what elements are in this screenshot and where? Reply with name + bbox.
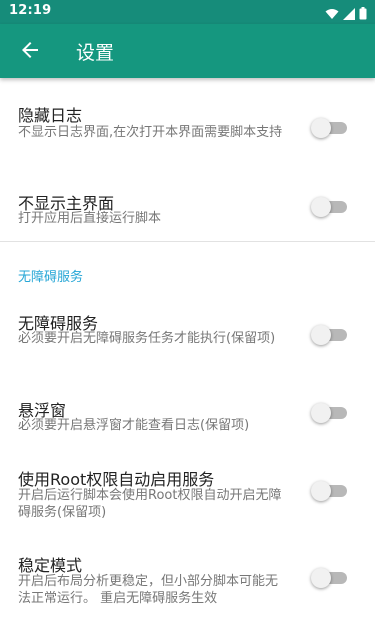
setting-summary: 打开应用后直接运行脚本 [18,211,162,226]
setting-title: 隐藏日志 [18,106,83,125]
setting-hide-main-ui[interactable]: 不显示主界面 打开应用后直接运行脚本 [0,178,375,236]
setting-floating-window[interactable]: 悬浮窗 必须要开启悬浮窗才能查看日志(保留项) [0,387,375,447]
setting-summary: 开启后运行脚本会使用Root权限自动开启无障碍服务(保留项) [18,488,282,520]
setting-summary: 必须要开启无障碍服务任务才能执行(保留项) [18,331,276,346]
floating-window-switch[interactable] [311,403,347,423]
setting-summary: 开启后布局分析更稳定，但小部分脚本可能无法正常运行。 重启无障碍服务生效 [18,574,279,606]
signal-icon [343,5,355,24]
setting-accessibility-service[interactable]: 无障碍服务 必须要开启无障碍服务任务才能执行(保留项) [0,300,375,374]
status-bar: 12:19 [0,0,375,24]
setting-summary: 必须要开启悬浮窗才能查看日志(保留项) [18,418,250,433]
stable-mode-switch[interactable] [311,568,347,588]
status-time: 12:19 [9,3,52,18]
wifi-icon [325,5,339,24]
divider [0,241,375,242]
setting-root-auto-enable[interactable]: 使用Root权限自动启用服务 开启后运行脚本会使用Root权限自动开启无障碍服务… [0,456,375,532]
root-auto-enable-switch[interactable] [311,481,347,501]
setting-summary: 不显示日志界面,在次打开本界面需要脚本支持 [18,125,283,140]
arrow-back-icon[interactable] [18,38,42,62]
setting-hide-log[interactable]: 隐藏日志 不显示日志界面,在次打开本界面需要脚本支持 [0,90,375,170]
hide-main-ui-switch[interactable] [311,197,347,217]
hide-log-switch[interactable] [311,118,347,138]
setting-stable-mode[interactable]: 稳定模式 开启后布局分析更稳定，但小部分脚本可能无法正常运行。 重启无障碍服务生… [0,543,375,619]
battery-icon [359,5,367,24]
page-title: 设置 [76,42,115,64]
category-header: 无障碍服务 [18,270,84,285]
status-icons [325,5,367,24]
app-bar: 设置 [0,24,375,78]
accessibility-service-switch[interactable] [311,325,347,345]
